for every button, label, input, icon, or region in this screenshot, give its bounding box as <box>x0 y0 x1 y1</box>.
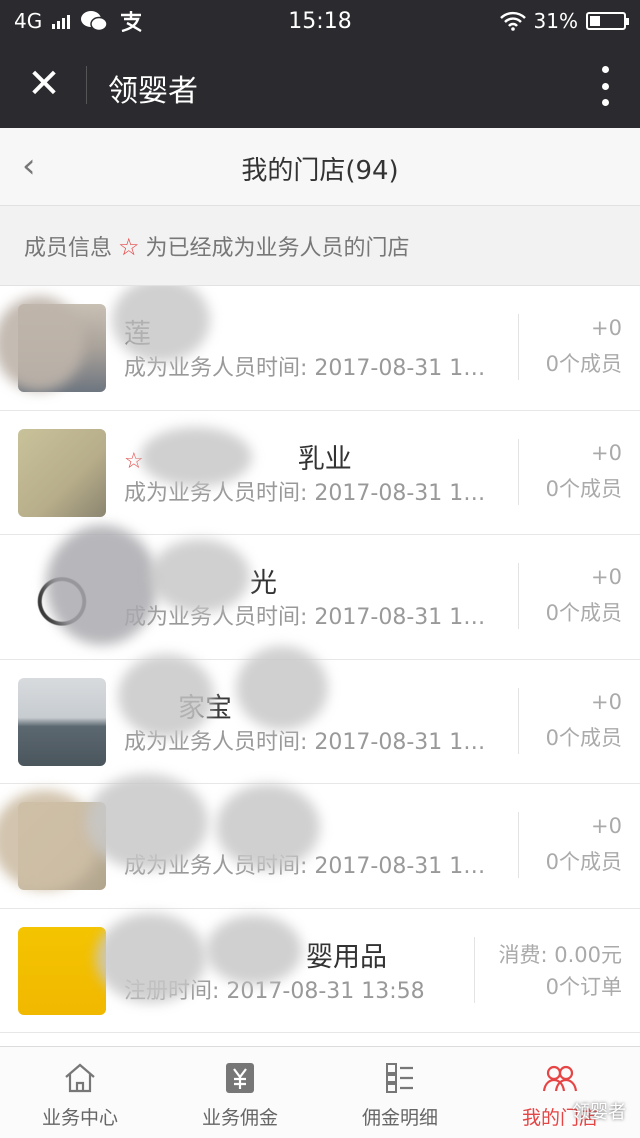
store-name: 婴用品 <box>306 941 387 973</box>
row-divider <box>518 563 519 629</box>
store-name: 光 <box>250 568 277 599</box>
store-thumbnail <box>18 677 106 766</box>
store-count: +0 <box>591 565 622 589</box>
blur-mask <box>216 784 320 870</box>
more-icon[interactable] <box>600 66 610 106</box>
tab-label: 业务中心 <box>41 1107 118 1129</box>
store-spend: 消费: 0.00元 <box>498 942 622 967</box>
list-item[interactable]: 婴用品 注册时间: 2017-08-31 13:58 消费: 0.00元 0个订… <box>0 909 640 1033</box>
home-icon <box>65 1063 95 1093</box>
store-count: +0 <box>591 689 622 714</box>
tab-commission-details[interactable]: 佣金明细 <box>320 1047 480 1138</box>
info-suffix: 为已经成为业务人员的门店 <box>145 236 410 261</box>
battery-percent: 31% <box>533 9 578 33</box>
list-item[interactable]: 成为业务人员时间: 2017-08-31 1… +0 0个成员 <box>0 774 640 909</box>
blur-mask <box>86 774 208 870</box>
info-prefix: 成员信息 <box>24 236 113 261</box>
store-members: 0个成员 <box>545 476 622 501</box>
store-members: 0个成员 <box>545 601 622 625</box>
store-count: +0 <box>591 440 622 465</box>
nav-bar: ‹ 我的门店(94) <box>0 128 640 206</box>
store-thumbnail <box>18 926 106 1015</box>
row-divider <box>518 438 519 505</box>
list-item[interactable]: 光 成为业务人员时间: 2017-08-31 1… +0 0个成员 <box>0 525 640 660</box>
store-members: 0个成员 <box>545 725 622 750</box>
watermark: 领婴者 <box>572 1102 626 1123</box>
blur-mask <box>236 645 328 730</box>
row-divider <box>518 812 519 878</box>
list-item[interactable]: 莲 成为业务人员时间: 2017-08-31 1… +0 0个成员 <box>0 286 640 411</box>
row-divider <box>518 687 519 754</box>
yen-icon <box>226 1063 254 1093</box>
tab-business-center[interactable]: 业务中心 <box>0 1047 160 1138</box>
star-icon: ☆ <box>118 233 140 261</box>
store-count: +0 <box>591 814 622 838</box>
blur-mask <box>150 539 250 613</box>
row-divider <box>474 936 475 1003</box>
store-orders: 0个订单 <box>545 974 622 999</box>
people-icon <box>542 1065 578 1092</box>
tab-label: 业务佣金 <box>201 1107 278 1129</box>
page-title: 我的门店(94) <box>241 156 399 186</box>
list-item[interactable]: 家宝 成为业务人员时间: 2017-08-31 1… +0 0个成员 <box>0 645 640 784</box>
store-list: 莲 成为业务人员时间: 2017-08-31 1… +0 0个成员 ☆乳业 成为… <box>0 286 640 1046</box>
blur-mask <box>46 525 158 645</box>
blur-mask <box>118 653 214 738</box>
wifi-icon <box>499 11 526 31</box>
close-icon[interactable]: ✕ <box>24 64 64 104</box>
list-icon <box>386 1063 413 1093</box>
list-item[interactable]: ☆ 乳业 成为业务人员时间: 2017-08-31 1… +0 0个成员 <box>0 411 640 535</box>
store-name-text: 乳业 <box>297 443 352 475</box>
tab-label: 佣金明细 <box>361 1107 438 1129</box>
app-title: 领婴者 <box>108 74 198 109</box>
row-divider <box>518 314 519 380</box>
tab-business-commission[interactable]: 业务佣金 <box>160 1047 320 1138</box>
store-members: 0个成员 <box>545 352 622 376</box>
app-header: ✕ 领婴者 <box>0 42 640 128</box>
battery-icon <box>586 12 629 30</box>
tab-bar: 业务中心 业务佣金 佣金明细 我的门店 <box>0 1046 640 1138</box>
status-bar: 4G 15:18 31% <box>0 0 640 42</box>
store-members: 0个成员 <box>545 850 622 874</box>
info-banner: 成员信息 ☆ 为已经成为业务人员的门店 <box>0 206 640 286</box>
store-count: +0 <box>591 316 622 340</box>
tab-my-stores[interactable]: 我的门店 <box>480 1047 640 1138</box>
blur-mask <box>206 914 302 985</box>
header-divider <box>86 66 87 104</box>
blur-mask <box>96 912 206 1003</box>
blur-mask <box>140 426 252 487</box>
store-thumbnail <box>18 428 106 517</box>
